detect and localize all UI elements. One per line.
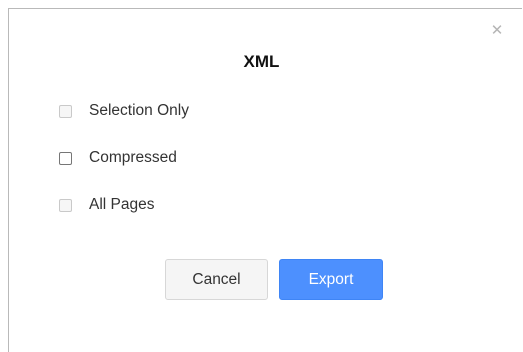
all-pages-label: All Pages: [89, 196, 155, 213]
option-selection-only: Selection Only: [59, 102, 189, 120]
option-all-pages: All Pages: [59, 196, 154, 214]
export-button[interactable]: Export: [279, 259, 383, 300]
option-compressed[interactable]: Compressed: [59, 149, 177, 167]
close-icon[interactable]: ✕: [490, 23, 504, 38]
selection-only-checkbox: [59, 104, 72, 118]
cancel-button[interactable]: Cancel: [165, 259, 268, 300]
all-pages-checkbox: [59, 198, 72, 212]
selection-only-label: Selection Only: [89, 102, 189, 119]
compressed-label[interactable]: Compressed: [89, 149, 177, 167]
compressed-checkbox[interactable]: [59, 151, 72, 165]
dialog-title: XML: [243, 52, 280, 71]
